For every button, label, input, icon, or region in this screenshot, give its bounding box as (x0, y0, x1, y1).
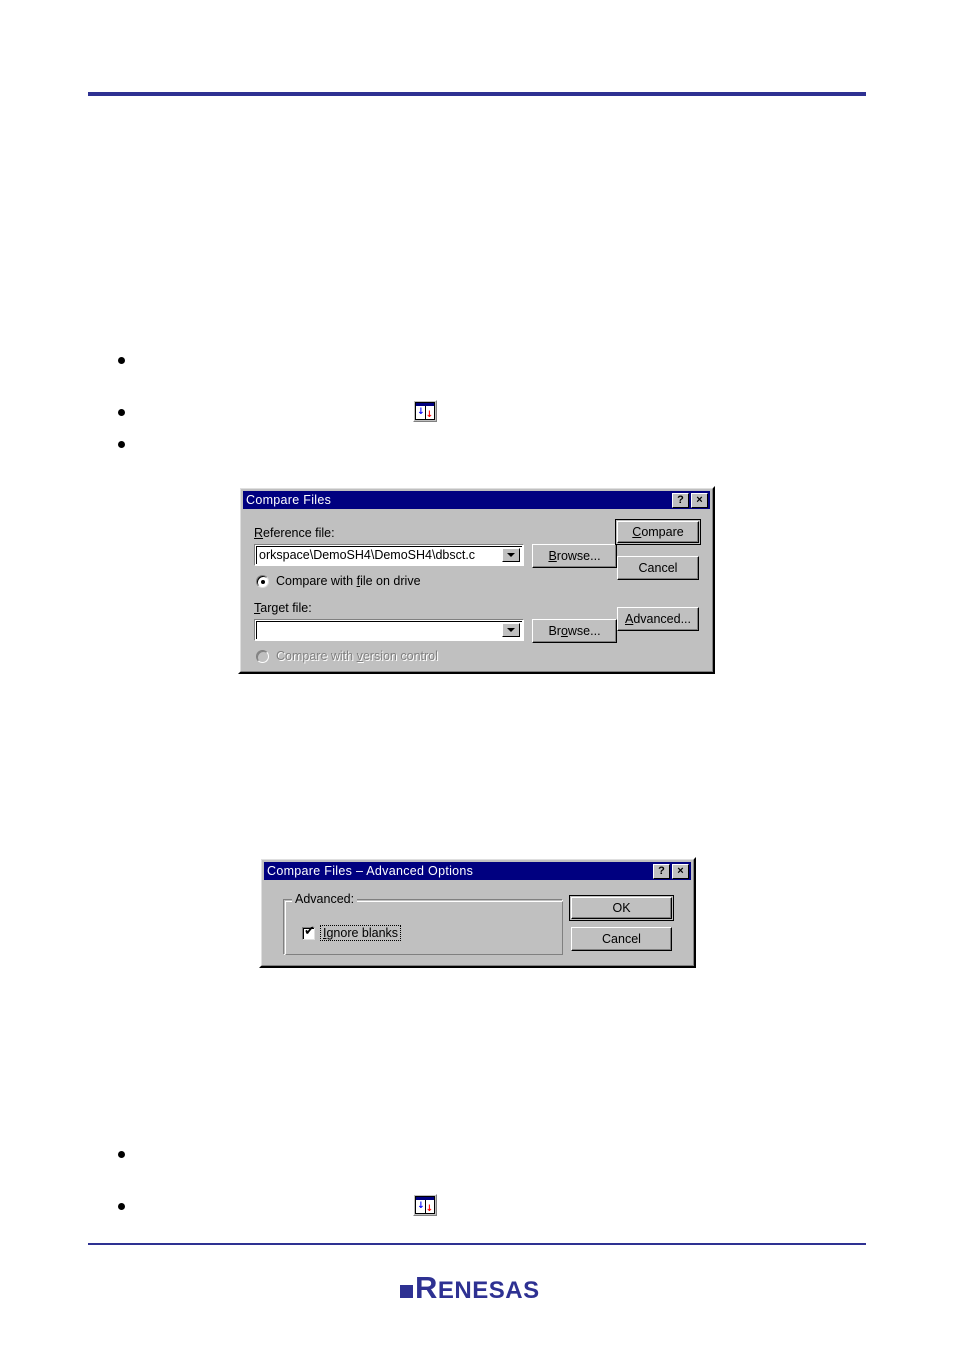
renesas-logo-rest: ENESAS (437, 1276, 540, 1304)
cancel-button-label: Cancel (638, 561, 678, 575)
cancel-button[interactable]: Cancel (571, 927, 672, 951)
close-icon[interactable]: × (672, 863, 689, 879)
bullet-icon (118, 1151, 125, 1158)
compare-files-advanced-options-dialog[interactable]: Compare Files – Advanced Options ? × Adv… (259, 857, 696, 968)
reference-file-label: Reference file: (254, 526, 335, 540)
help-button[interactable]: ? (653, 863, 670, 879)
chevron-down-icon[interactable] (502, 623, 520, 637)
compare-files-toolbar-icon-right-arrow: ↓ (425, 410, 433, 420)
reference-file-label-accel: R (254, 526, 264, 540)
compare-files-toolbar-icon-inner: ↓ ↓ (415, 1196, 435, 1214)
compare-files-toolbar-icon-left-arrow: ↓ (417, 1201, 425, 1211)
list-item (118, 409, 135, 416)
cancel-button[interactable]: Cancel (617, 556, 699, 580)
advanced-button[interactable]: Advanced... (617, 607, 699, 631)
reference-file-input[interactable]: orkspace\DemoSH4\DemoSH4\dbsct.c (255, 545, 502, 565)
renesas-logo: RENESAS (400, 1272, 540, 1303)
target-file-label-text: arget file: (260, 601, 312, 615)
browse-target-button-label: Browse... (548, 624, 601, 638)
bullet-icon (118, 1203, 125, 1210)
dialog-title: Compare Files – Advanced Options (267, 864, 474, 878)
list-item (118, 1203, 135, 1210)
chevron-down-icon[interactable] (502, 548, 520, 562)
target-file-combobox[interactable] (254, 619, 524, 641)
checkbox-indicator[interactable]: ✔ (302, 923, 315, 940)
target-file-input[interactable] (255, 620, 502, 640)
ok-button-label: OK (612, 901, 631, 915)
ignore-blanks-checkbox[interactable]: ✔ Ignore blanks (302, 923, 402, 941)
page-header-rule (88, 92, 866, 96)
compare-button-label: Compare (632, 525, 684, 539)
list-item (118, 1151, 135, 1158)
radio-compare-with-version-control-label: Compare with version control (276, 649, 438, 663)
compare-files-toolbar-icon[interactable]: ↓ ↓ (413, 1194, 437, 1216)
browse-target-button[interactable]: Browse... (532, 619, 617, 643)
list-item (118, 441, 135, 448)
dialog-title: Compare Files (246, 493, 332, 507)
compare-files-dialog[interactable]: Compare Files ? × Reference file: orkspa… (238, 486, 715, 674)
renesas-logo-square (400, 1284, 413, 1298)
compare-files-toolbar-icon-right-arrow: ↓ (425, 1204, 433, 1214)
bullet-icon (118, 357, 125, 364)
bullet-icon (118, 441, 125, 448)
radio-indicator[interactable] (256, 649, 269, 663)
target-file-label: Target file: (254, 601, 312, 615)
compare-files-toolbar-icon[interactable]: ↓ ↓ (413, 400, 437, 422)
close-icon[interactable]: × (691, 492, 708, 508)
radio-compare-with-version-control[interactable]: Compare with version control (256, 649, 438, 663)
help-button[interactable]: ? (672, 492, 689, 508)
bullet-icon (118, 409, 125, 416)
radio-selected-dot (261, 579, 265, 584)
radio-indicator[interactable] (256, 574, 269, 588)
radio-compare-with-file-on-drive-label: Compare with file on drive (276, 574, 421, 588)
advanced-button-label: Advanced... (624, 612, 692, 626)
reference-file-combobox[interactable]: orkspace\DemoSH4\DemoSH4\dbsct.c (254, 544, 524, 566)
cancel-button-label: Cancel (602, 932, 641, 946)
ignore-blanks-checkbox-label: Ignore blanks (320, 925, 402, 941)
ok-button[interactable]: OK (569, 895, 674, 921)
advanced-groupbox-title: Advanced: (292, 892, 358, 906)
renesas-logo-text: RENESAS (415, 1272, 540, 1303)
renesas-logo-r: R (415, 1269, 438, 1305)
check-icon: ✔ (304, 923, 315, 939)
compare-button[interactable]: Compare (615, 519, 701, 545)
page-footer-rule (88, 1243, 866, 1245)
browse-reference-button[interactable]: Browse... (532, 544, 617, 568)
list-item (118, 357, 135, 364)
dialog-titlebar[interactable]: Compare Files – Advanced Options ? × (264, 862, 691, 880)
compare-files-toolbar-icon-left-arrow: ↓ (417, 407, 425, 417)
reference-file-label-text: eference file: (263, 526, 335, 540)
radio-compare-with-file-on-drive[interactable]: Compare with file on drive (256, 574, 421, 588)
compare-files-toolbar-icon-inner: ↓ ↓ (415, 402, 435, 420)
dialog-titlebar[interactable]: Compare Files ? × (243, 491, 710, 509)
browse-reference-button-label: Browse... (548, 549, 601, 563)
